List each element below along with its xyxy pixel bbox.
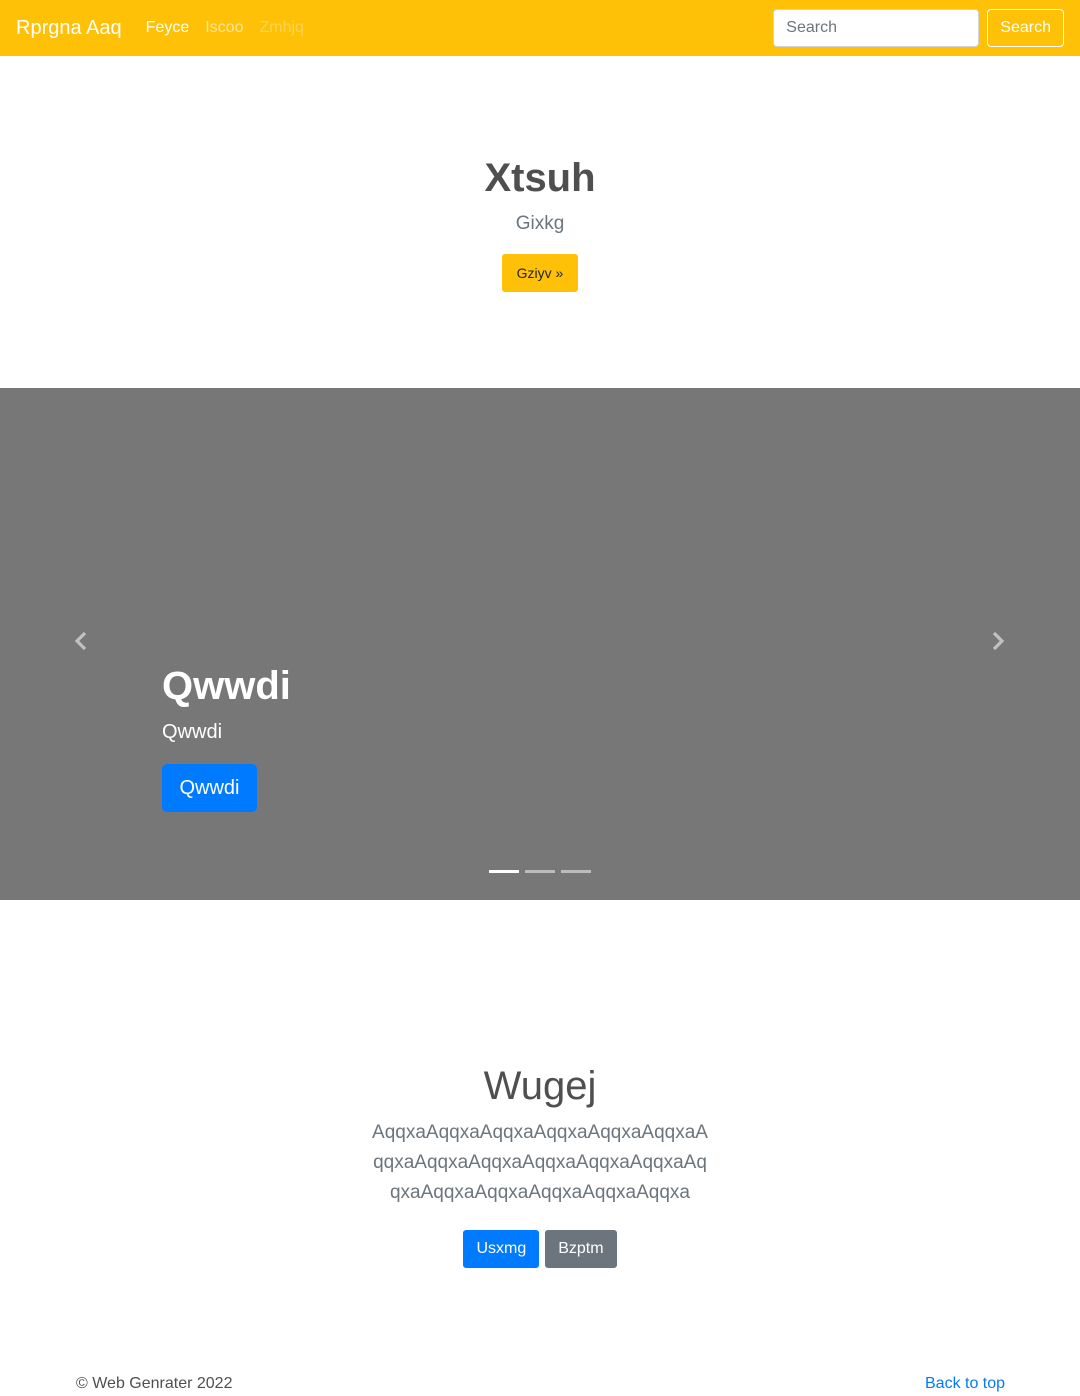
hero-subtitle: Gixkg — [515, 213, 565, 234]
feature-text: AqqxaAqqxaAqqxaAqqxaAqqxaAqqxaAqqxaAqqxa… — [372, 1122, 708, 1203]
chevron-left-icon — [74, 631, 88, 656]
feature-secondary-button[interactable]: Bzptm — [545, 1230, 617, 1268]
search-input[interactable] — [773, 9, 980, 47]
navbar: Rprgna Aaq Feyce Iscoo Zmhjq Search — [0, 0, 1080, 56]
search-button[interactable]: Search — [987, 9, 1064, 47]
hero-button[interactable]: Gziyv » — [502, 254, 578, 292]
footer-copyright: © Web Genrater 2022 — [76, 1375, 233, 1392]
carousel-indicator-3[interactable] — [561, 870, 591, 873]
slide-button[interactable]: Qwwdi — [162, 764, 257, 812]
feature-primary-button[interactable]: Usxmg — [463, 1230, 540, 1268]
hero-section: Xtsuh Gixkg Gziyv » — [0, 56, 1080, 388]
feature-title: Wugej — [483, 1064, 597, 1108]
carousel-indicator-2[interactable] — [525, 870, 555, 873]
nav-link-iscoo[interactable]: Iscoo — [205, 19, 243, 37]
carousel-indicator-1[interactable] — [489, 870, 519, 873]
hero-title: Xtsuh — [484, 156, 596, 200]
slide-title: Qwwdi — [162, 664, 291, 708]
carousel-prev-button[interactable] — [66, 628, 96, 658]
nav-link-zmhjq: Zmhjq — [259, 19, 304, 36]
carousel: Qwwdi Qwwdi Qwwdi — [0, 388, 1080, 900]
chevron-right-icon — [991, 631, 1005, 656]
carousel-indicators — [489, 870, 591, 873]
feature-section: Wugej AqqxaAqqxaAqqxaAqqxaAqqxaAqqxaAqqx… — [0, 900, 1080, 1360]
nav-links: Feyce Iscoo Zmhjq — [146, 19, 304, 37]
navbar-brand[interactable]: Rprgna Aaq — [16, 17, 122, 40]
feature-buttons: Usxmg Bzptm — [0, 1230, 1080, 1268]
nav-link-feyce[interactable]: Feyce — [146, 19, 190, 37]
carousel-next-button[interactable] — [983, 628, 1013, 658]
back-to-top-link[interactable]: Back to top — [925, 1374, 1005, 1394]
search-form: Search — [773, 9, 1064, 47]
slide-subtitle: Qwwdi — [162, 721, 223, 743]
